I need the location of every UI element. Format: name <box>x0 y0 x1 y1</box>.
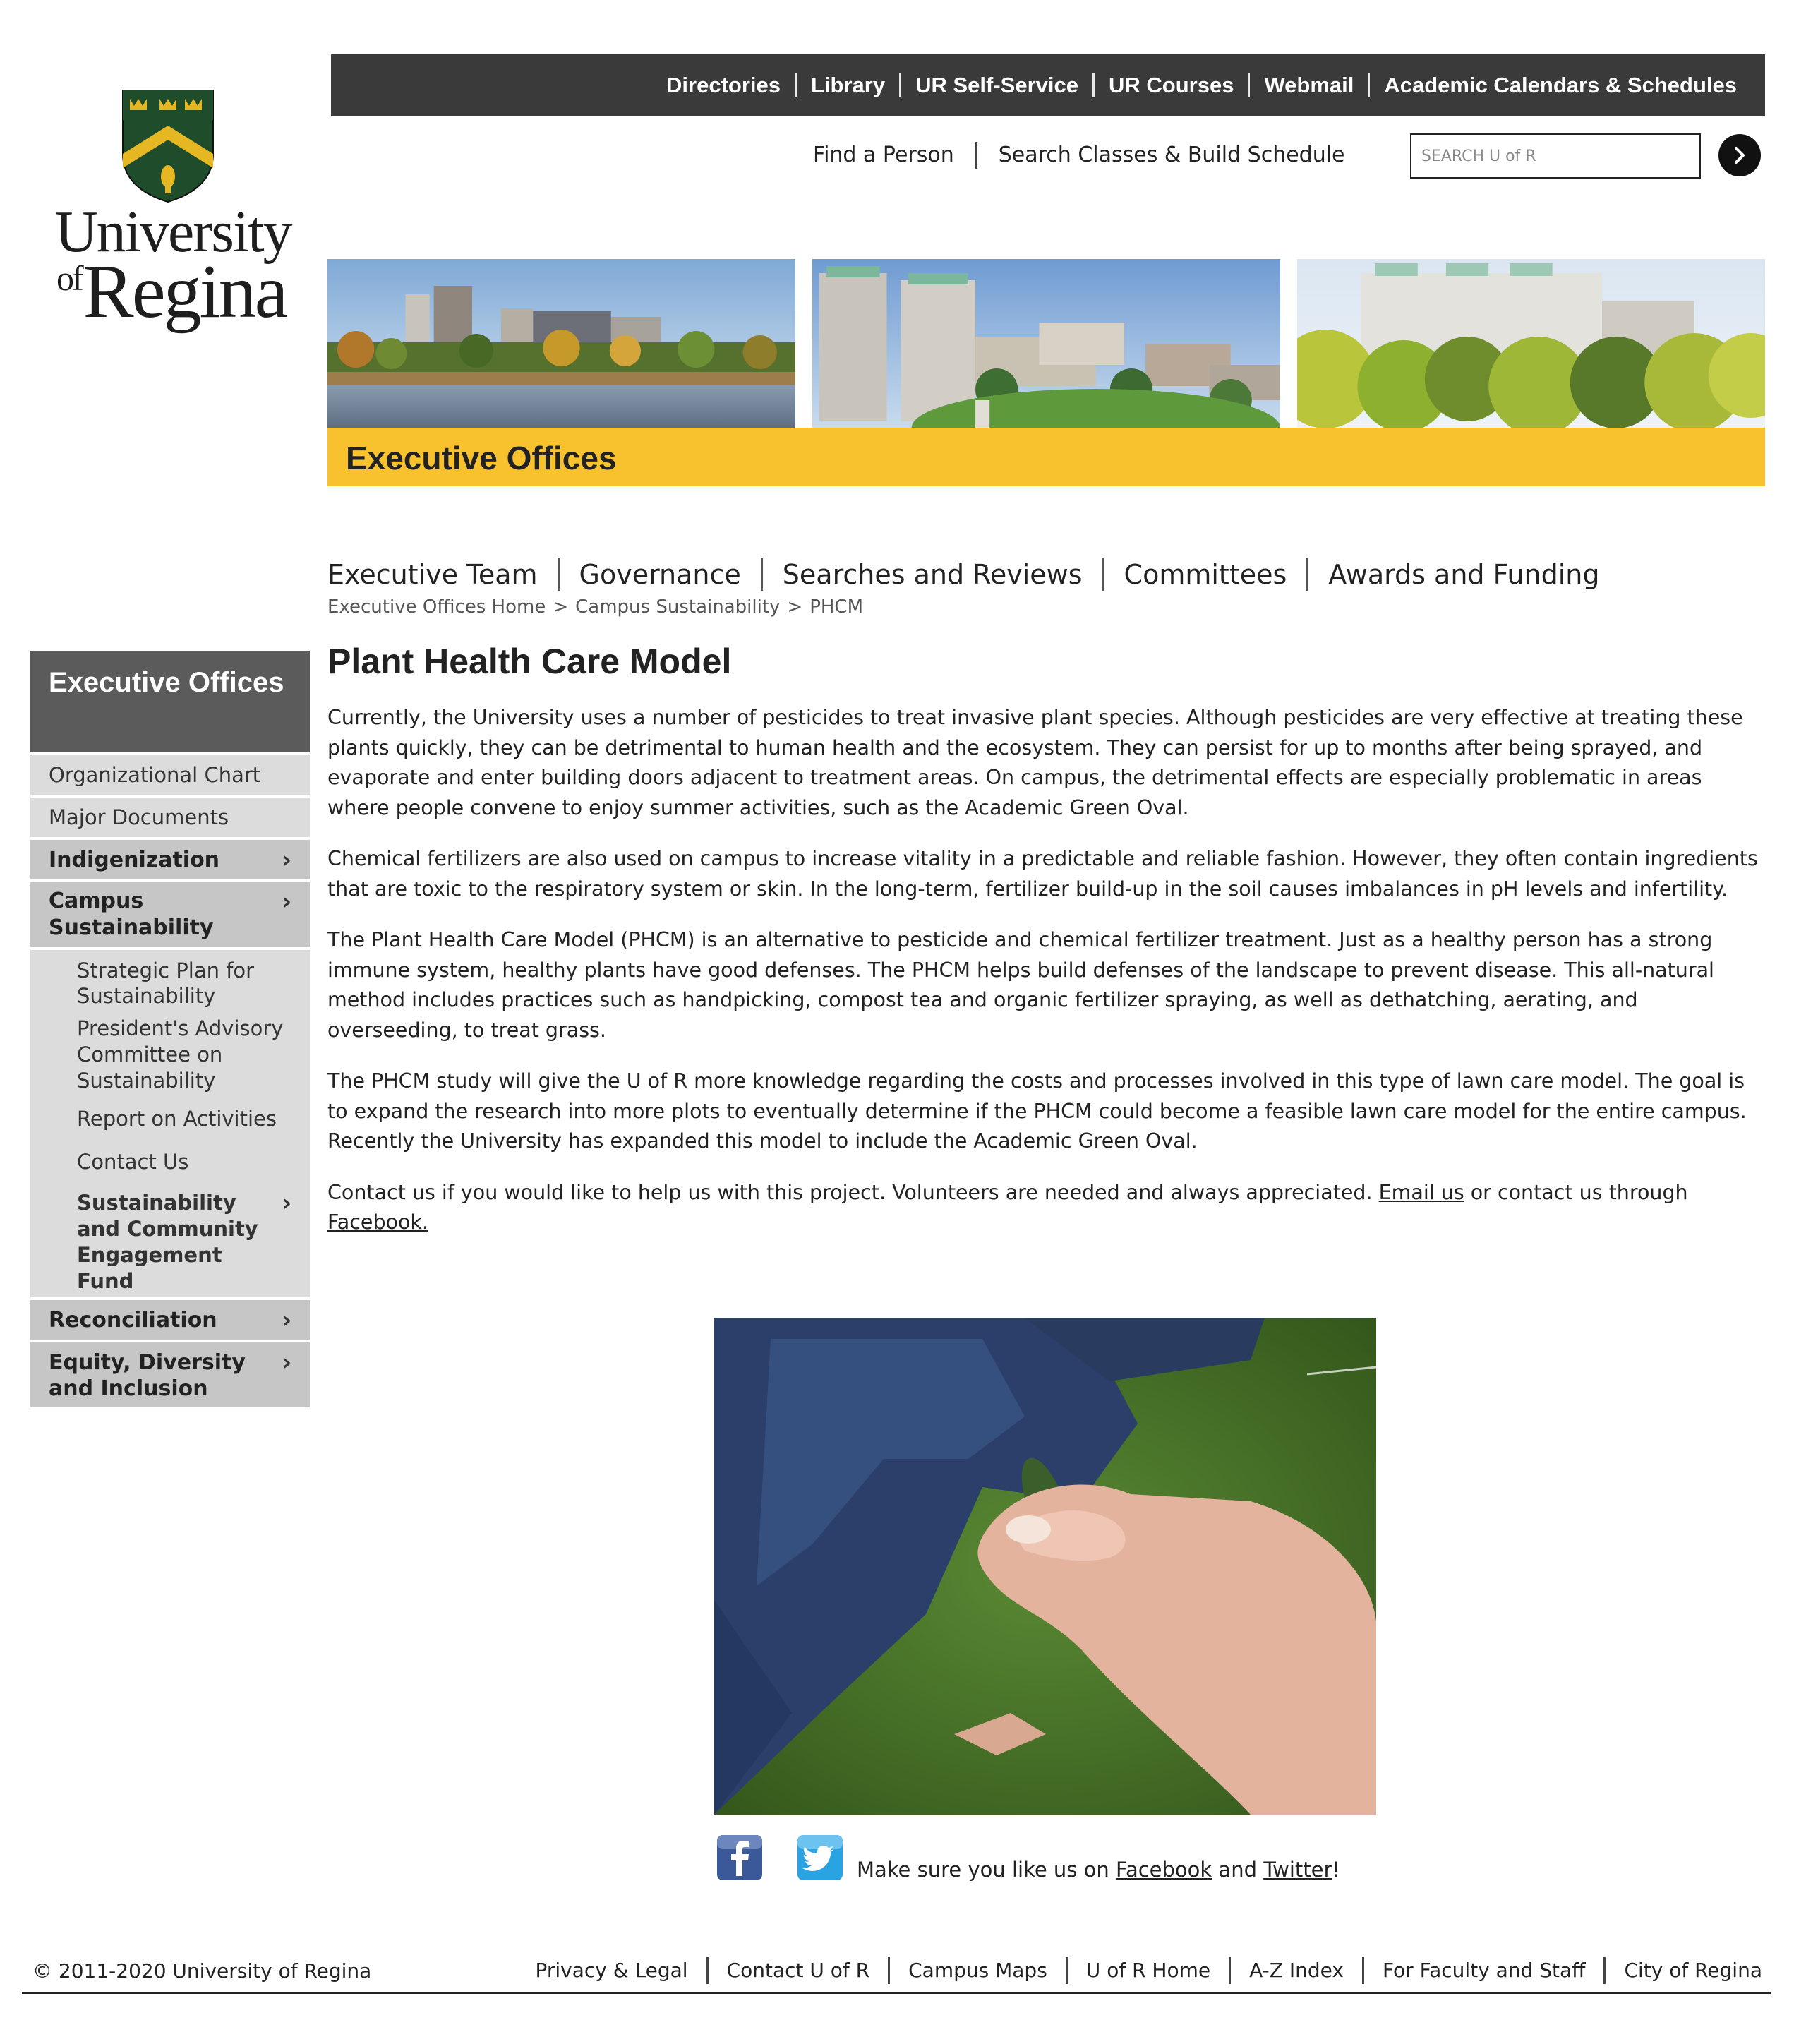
paragraph-fertilizers: Chemical fertilizers are also used on ca… <box>327 847 1758 901</box>
sidebar-item-reconciliation[interactable]: Reconciliation › <box>30 1300 310 1340</box>
sidebar-item-campus-sustainability[interactable]: Campus Sustainability › <box>30 882 310 947</box>
sidebar-subitem-community-engagement-fund[interactable]: Sustainability and Community Engagement … <box>30 1183 310 1297</box>
banner-title-bar: Executive Offices <box>327 428 1765 486</box>
nav-awards-and-funding[interactable]: Awards and Funding <box>1306 558 1619 591</box>
chevron-right-icon: › <box>282 1349 291 1376</box>
banner-photos <box>327 259 1765 428</box>
nav-executive-team[interactable]: Executive Team <box>327 558 558 591</box>
topbar-link-academic-calendars[interactable]: Academic Calendars & Schedules <box>1368 73 1751 97</box>
paragraph-phcm-definition: The Plant Health Care Model (PHCM) is an… <box>327 928 1714 1042</box>
copyright: © 2011-2020 University of Regina <box>32 1959 372 1983</box>
sidebar-subitem-report-on-activities[interactable]: Report on Activities <box>30 1097 310 1141</box>
university-logo[interactable]: University ofRegina <box>42 85 296 339</box>
footer-divider <box>22 1992 1771 1994</box>
footer-link-city-of-regina[interactable]: City of Regina <box>1603 1957 1762 1984</box>
facebook-link[interactable]: Facebook. <box>327 1210 428 1234</box>
email-us-link[interactable]: Email us <box>1379 1181 1464 1204</box>
grass-hand-photo <box>714 1318 1376 1815</box>
footer-link-privacy[interactable]: Privacy & Legal <box>517 1957 706 1984</box>
topbar-link-directories[interactable]: Directories <box>652 73 795 97</box>
nav-governance[interactable]: Governance <box>557 558 761 591</box>
footer-link-az-index[interactable]: A-Z Index <box>1229 1957 1362 1984</box>
topbar-link-self-service[interactable]: UR Self-Service <box>899 73 1092 97</box>
sidebar-subgroup: Strategic Plan for Sustainability Presid… <box>30 950 310 1297</box>
sidebar-subitem-strategic-plan[interactable]: Strategic Plan for Sustainability <box>30 954 310 1012</box>
find-a-person-link[interactable]: Find a Person <box>805 142 975 169</box>
page-title: Plant Health Care Model <box>327 642 732 681</box>
footer-link-home[interactable]: U of R Home <box>1065 1957 1229 1984</box>
nav-searches-and-reviews[interactable]: Searches and Reviews <box>760 558 1102 591</box>
social-facebook-link[interactable]: Facebook <box>1116 1858 1212 1882</box>
main-content: Plant Health Care Model Currently, the U… <box>327 641 1767 1259</box>
main-navigation: Executive Team Governance Searches and R… <box>327 556 1619 593</box>
sidebar-subitem-contact-us[interactable]: Contact Us <box>30 1141 310 1183</box>
logo-regina: Regina <box>83 250 289 334</box>
search-input[interactable] <box>1410 133 1701 179</box>
breadcrumb: Executive Offices Home > Campus Sustainabi… <box>327 596 863 618</box>
banner-photo-towers <box>812 259 1280 428</box>
topbar-link-ur-courses[interactable]: UR Courses <box>1092 73 1248 97</box>
paragraph-phcm-study: The PHCM study will give the U of R more… <box>327 1069 1747 1153</box>
breadcrumb-separator: > <box>553 596 569 618</box>
chevron-right-icon: › <box>282 846 291 873</box>
banner-title: Executive Offices <box>346 440 617 476</box>
breadcrumb-campus-sustainability[interactable]: Campus Sustainability <box>575 596 780 618</box>
sidebar-item-equity-diversity-inclusion[interactable]: Equity, Diversity and Inclusion › <box>30 1342 310 1407</box>
sidebar-nav: Executive Offices Organizational Chart M… <box>30 651 310 1410</box>
sidebar-item-indigenization[interactable]: Indigenization › <box>30 840 310 879</box>
topbar-link-library[interactable]: Library <box>795 73 899 97</box>
top-utility-bar: Directories Library UR Self-Service UR C… <box>331 54 1765 116</box>
breadcrumb-separator: > <box>787 596 803 618</box>
search-classes-link[interactable]: Search Classes & Build Schedule <box>975 142 1366 169</box>
social-follow: Make sure you like us on Facebook and Tw… <box>717 1835 1423 1884</box>
footer-links: Privacy & Legal Contact U of R Campus Ma… <box>517 1955 1762 1986</box>
footer-link-faculty-staff[interactable]: For Faculty and Staff <box>1361 1957 1604 1984</box>
paragraph-pesticides: Currently, the University uses a number … <box>327 706 1743 819</box>
sidebar-title[interactable]: Executive Offices <box>30 651 310 752</box>
chevron-right-icon: › <box>282 1306 291 1333</box>
topbar-link-webmail[interactable]: Webmail <box>1248 73 1368 97</box>
footer-link-contact[interactable]: Contact U of R <box>706 1957 889 1984</box>
logo-line-regina: ofRegina <box>56 248 289 336</box>
nav-committees[interactable]: Committees <box>1102 558 1307 591</box>
crest-icon <box>122 90 214 203</box>
secondary-links: Find a Person Search Classes & Build Sch… <box>805 140 1366 171</box>
banner-photo-building <box>1297 259 1765 428</box>
social-message: Make sure you like us on Facebook and Tw… <box>857 1858 1341 1882</box>
chevron-right-icon: › <box>282 1189 291 1216</box>
breadcrumb-home[interactable]: Executive Offices Home <box>327 596 546 618</box>
twitter-icon[interactable] <box>797 1835 843 1880</box>
social-twitter-link[interactable]: Twitter <box>1263 1858 1332 1882</box>
logo-of: of <box>56 258 84 298</box>
facebook-icon[interactable] <box>717 1835 762 1880</box>
sidebar-item-major-documents[interactable]: Major Documents <box>30 798 310 837</box>
breadcrumb-current: PHCM <box>809 596 864 618</box>
sidebar-item-organizational-chart[interactable]: Organizational Chart <box>30 755 310 795</box>
paragraph-contact: Contact us if you would like to help us … <box>327 1180 1688 1234</box>
search-button[interactable] <box>1718 134 1761 176</box>
chevron-right-icon: › <box>282 888 291 915</box>
arrow-right-icon <box>1735 147 1745 164</box>
sidebar-subitem-presidents-advisory-committee[interactable]: President's Advisory Committee on Sustai… <box>30 1012 310 1097</box>
footer-link-campus-maps[interactable]: Campus Maps <box>888 1957 1066 1984</box>
banner-photo-lake <box>327 259 795 428</box>
